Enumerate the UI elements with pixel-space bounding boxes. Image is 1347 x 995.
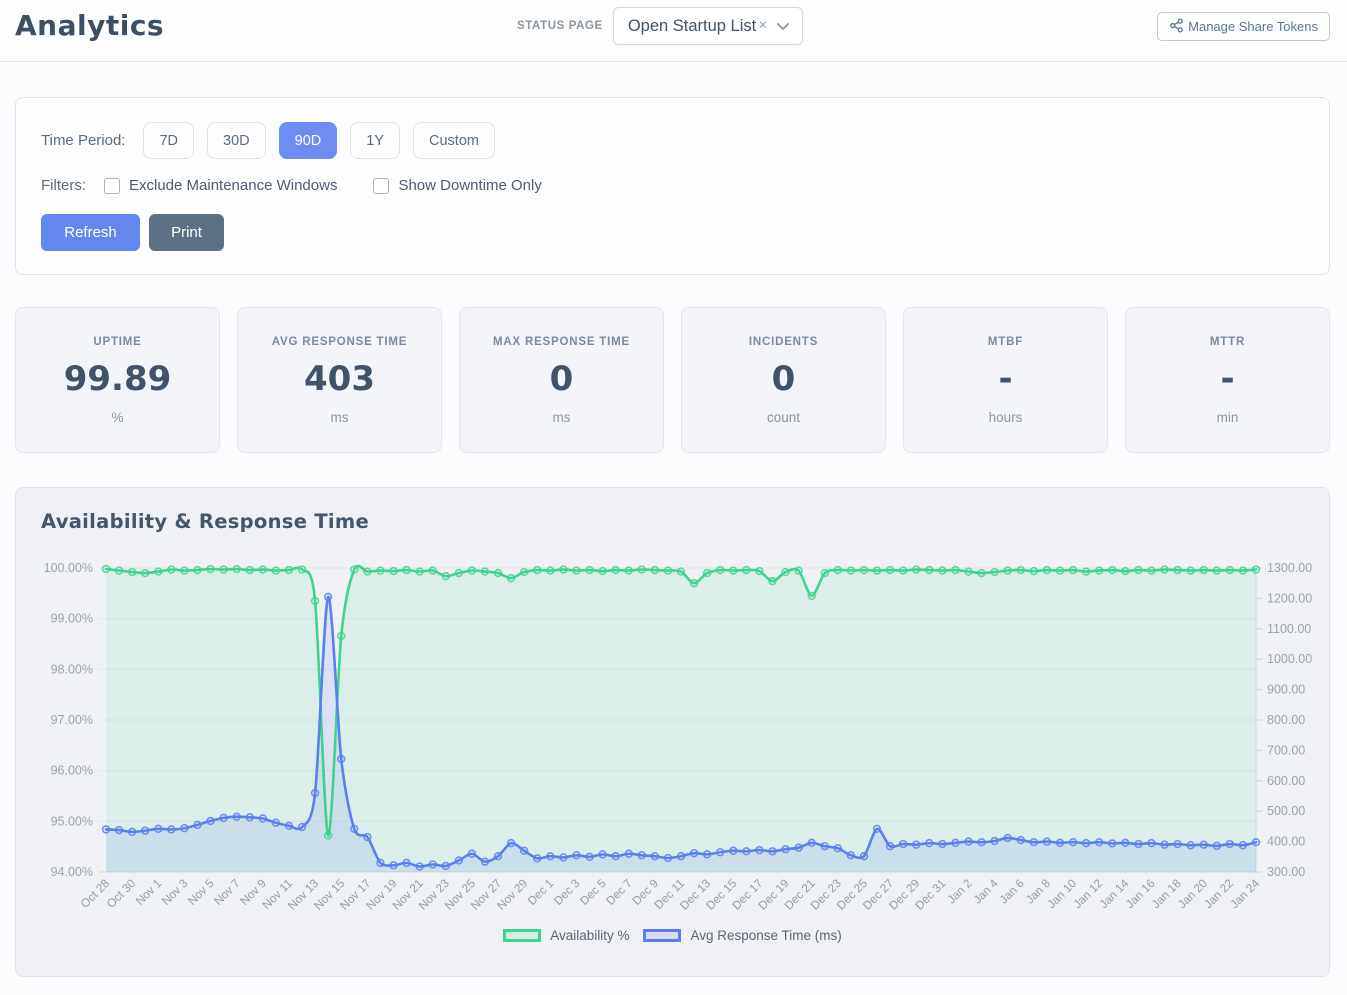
status-page-selected-value: Open Startup List <box>628 17 756 36</box>
svg-text:Nov 1: Nov 1 <box>133 876 165 908</box>
stat-value: - <box>998 362 1012 396</box>
svg-text:800.00: 800.00 <box>1267 713 1305 727</box>
svg-text:Nov 5: Nov 5 <box>185 876 217 908</box>
svg-text:1200.00: 1200.00 <box>1267 591 1312 605</box>
status-page-label: STATUS PAGE <box>517 20 603 32</box>
svg-text:96.00%: 96.00% <box>51 764 93 778</box>
stat-unit: % <box>111 410 123 425</box>
stat-value: 99.89 <box>64 362 172 396</box>
svg-text:98.00%: 98.00% <box>51 662 93 676</box>
svg-text:Dec 1: Dec 1 <box>525 876 557 908</box>
time-period-row: Time Period: 7D 30D 90D 1Y Custom <box>41 122 508 159</box>
filters-label: Filters: <box>41 177 86 194</box>
legend-swatch-blue <box>643 929 681 942</box>
svg-text:94.00%: 94.00% <box>51 865 93 879</box>
stat-card-incidents: INCIDENTS 0 count <box>681 307 886 453</box>
svg-text:600.00: 600.00 <box>1267 774 1305 788</box>
stat-value: 0 <box>772 362 796 396</box>
stat-unit: hours <box>989 410 1023 425</box>
stat-unit: min <box>1217 410 1239 425</box>
svg-text:900.00: 900.00 <box>1267 683 1305 697</box>
svg-text:700.00: 700.00 <box>1267 743 1305 757</box>
clear-selection-icon[interactable]: × <box>758 17 767 35</box>
svg-text:Dec 3: Dec 3 <box>551 876 583 908</box>
availability-response-chart: 100.00% 99.00% 98.00% 97.00% 96.00% 95.00% 94.… <box>16 541 1330 921</box>
legend-swatch-green <box>503 929 541 942</box>
stat-value: - <box>1220 362 1234 396</box>
svg-text:1300.00: 1300.00 <box>1267 561 1312 575</box>
stat-label: MTBF <box>988 336 1023 348</box>
actions-row: Refresh Print <box>41 214 224 251</box>
legend-label: Availability % <box>550 928 629 943</box>
checkbox-exclude-maintenance[interactable] <box>104 178 120 194</box>
stats-row: UPTIME 99.89 % AVG RESPONSE TIME 403 ms … <box>15 307 1330 453</box>
stat-label: AVG RESPONSE TIME <box>272 336 407 348</box>
svg-text:Nov 3: Nov 3 <box>159 876 191 908</box>
svg-text:100.00%: 100.00% <box>44 561 93 575</box>
period-button-7d[interactable]: 7D <box>143 122 194 159</box>
svg-text:Dec 7: Dec 7 <box>603 876 635 908</box>
filters-row: Filters: Exclude Maintenance Windows Sho… <box>41 177 578 194</box>
page-title: Analytics <box>15 9 164 42</box>
app-header: Analytics STATUS PAGE Open Startup List … <box>0 0 1347 62</box>
svg-text:Jan 24: Jan 24 <box>1227 876 1262 911</box>
svg-text:1100.00: 1100.00 <box>1267 622 1311 636</box>
svg-text:99.00%: 99.00% <box>51 612 93 626</box>
svg-text:95.00%: 95.00% <box>51 814 93 828</box>
svg-text:1000.00: 1000.00 <box>1267 652 1312 666</box>
checkbox-show-downtime[interactable] <box>373 178 389 194</box>
period-button-custom[interactable]: Custom <box>413 122 495 159</box>
svg-text:Jan 4: Jan 4 <box>970 876 1001 907</box>
svg-text:Nov 7: Nov 7 <box>211 876 243 908</box>
time-period-label: Time Period: <box>41 132 125 149</box>
stat-unit: count <box>767 410 800 425</box>
legend-item-response[interactable]: Avg Response Time (ms) <box>643 928 841 943</box>
legend-label: Avg Response Time (ms) <box>690 928 841 943</box>
chart-title: Availability & Response Time <box>41 510 369 533</box>
svg-text:300.00: 300.00 <box>1267 865 1305 879</box>
chart-legend: Availability % Avg Response Time (ms) <box>16 928 1329 943</box>
checkbox-exclude-maintenance-label: Exclude Maintenance Windows <box>129 177 337 194</box>
period-button-30d[interactable]: 30D <box>207 122 266 159</box>
svg-text:97.00%: 97.00% <box>51 713 93 727</box>
stat-label: MTTR <box>1210 336 1245 348</box>
status-page-select[interactable]: Open Startup List × <box>613 7 803 45</box>
stat-value: 0 <box>550 362 574 396</box>
period-button-90d[interactable]: 90D <box>279 122 338 159</box>
stat-card-avg-response: AVG RESPONSE TIME 403 ms <box>237 307 442 453</box>
svg-text:Jan 2: Jan 2 <box>944 876 974 906</box>
stat-value: 403 <box>304 362 375 396</box>
status-page-group: STATUS PAGE Open Startup List × <box>517 7 803 45</box>
filters-panel: Time Period: 7D 30D 90D 1Y Custom Filter… <box>15 97 1330 275</box>
availability-chart-card: Availability & Response Time 100.00% 99.0… <box>15 487 1330 977</box>
period-button-1y[interactable]: 1Y <box>350 122 400 159</box>
stat-unit: ms <box>553 410 571 425</box>
stat-card-mttr: MTTR - min <box>1125 307 1330 453</box>
stat-label: UPTIME <box>93 336 141 348</box>
svg-text:500.00: 500.00 <box>1267 804 1305 818</box>
stat-card-max-response: MAX RESPONSE TIME 0 ms <box>459 307 664 453</box>
svg-text:Oct 30: Oct 30 <box>104 876 139 911</box>
share-icon <box>1169 18 1184 36</box>
stat-label: INCIDENTS <box>749 336 818 348</box>
legend-item-availability[interactable]: Availability % <box>503 928 629 943</box>
stat-card-mtbf: MTBF - hours <box>903 307 1108 453</box>
print-button[interactable]: Print <box>149 214 224 251</box>
refresh-button[interactable]: Refresh <box>41 214 140 251</box>
svg-text:Jan 6: Jan 6 <box>997 876 1028 907</box>
chevron-down-icon <box>776 22 790 31</box>
manage-share-tokens-label: Manage Share Tokens <box>1188 19 1318 34</box>
manage-share-tokens-button[interactable]: Manage Share Tokens <box>1157 12 1330 41</box>
stat-card-uptime: UPTIME 99.89 % <box>15 307 220 453</box>
stat-unit: ms <box>331 410 349 425</box>
checkbox-show-downtime-label: Show Downtime Only <box>398 177 541 194</box>
stat-label: MAX RESPONSE TIME <box>493 336 630 348</box>
svg-text:Dec 5: Dec 5 <box>577 876 609 908</box>
svg-text:400.00: 400.00 <box>1267 835 1305 849</box>
